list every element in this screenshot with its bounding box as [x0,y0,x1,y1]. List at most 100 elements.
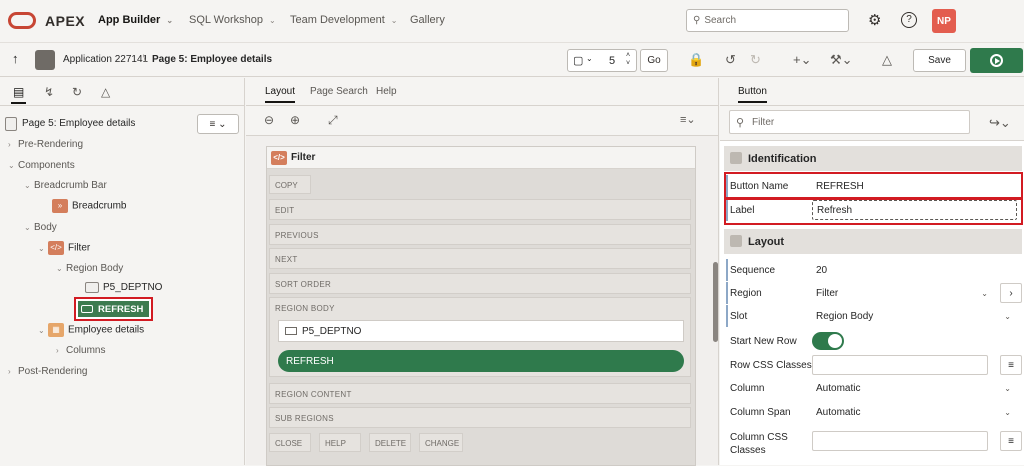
property-filter-input[interactable]: ⚲ Filter [729,110,970,134]
nav-team-development[interactable]: Team Development ⌄ [290,14,397,26]
tab-help[interactable]: Help [376,86,397,97]
slot-region-body[interactable]: REGION BODY P5_DEPTNO REFRESH [269,297,691,377]
tree-region-body[interactable]: ⌄ Region Body [56,263,123,274]
brand-title[interactable]: APEX [45,13,85,29]
search-input[interactable]: ⚲ Search [686,9,849,32]
tree-refresh-button[interactable]: REFRESH [74,297,153,321]
column-select[interactable]: Automatic ⌄ [812,378,1017,398]
group-layout[interactable]: Layout [724,229,1022,254]
prop-column-css-classes: Column CSS Classes ≡ [726,427,1022,459]
run-button[interactable] [970,48,1023,73]
tab-button[interactable]: Button [738,86,767,103]
create-menu-icon[interactable]: +⌄ [793,52,811,68]
utilities-wrench-icon[interactable]: ⚒⌄ [830,52,853,68]
breadcrumb-icon: » [52,199,68,213]
nav-app-builder[interactable]: App Builder ⌄ [98,14,173,26]
prop-column-span: Column Span Automatic ⌄ [726,401,1022,423]
slot-sort-order[interactable]: SORT ORDER [269,273,691,294]
zoom-out-icon[interactable]: ⊖ [264,113,274,127]
slot-edit[interactable]: EDIT [269,199,691,220]
slot-help[interactable]: HELP [319,433,361,452]
layout-menu-icon[interactable]: ≡⌄ [680,113,696,126]
row-css-input[interactable] [812,355,988,375]
slot-delete[interactable]: DELETE [369,433,411,452]
column-css-input[interactable] [812,431,988,451]
tree-filter-region[interactable]: ⌄ </> Filter [38,241,90,255]
page-node[interactable]: Page 5: Employee details ≡ ⌄ [0,112,245,136]
tree-post-rendering[interactable]: › Post-Rendering [8,366,87,377]
help-icon[interactable]: ? [901,12,917,28]
nav-gallery[interactable]: Gallery [410,14,445,26]
stepper-icon[interactable]: ˄ ˅ [626,52,630,68]
tab-shared-components-icon[interactable]: △ [101,85,110,99]
start-new-row-toggle[interactable] [812,332,844,350]
item-field-icon [285,327,297,335]
layout-canvas: </> Filter COPY EDIT PREVIOUS NEXT SORT O… [266,146,696,466]
prop-label: Region [730,288,762,299]
list-picker-icon[interactable]: ≡ [1000,355,1022,375]
tree-menu-button[interactable]: ≡ ⌄ [197,114,239,134]
column-span-select[interactable]: Automatic ⌄ [812,402,1017,422]
save-button[interactable]: Save [913,49,966,72]
layout-toolbar: ⊖ ⊕ ⤢ ≡⌄ [246,106,718,136]
page-node-label: Page 5: Employee details [22,118,136,129]
avatar[interactable]: NP [932,9,956,33]
slot-previous[interactable]: PREVIOUS [269,224,691,245]
group-identification[interactable]: Identification [724,146,1022,171]
tab-dynamic-actions-icon[interactable]: ↯ [44,85,54,99]
go-button[interactable]: Go [640,49,668,72]
region-header[interactable]: </> Filter [267,147,695,169]
tab-page-search[interactable]: Page Search [310,86,368,97]
tab-rendering-icon[interactable]: ▤ [10,85,27,104]
go-to-region-button[interactable]: › [1000,283,1022,303]
shared-components-icon[interactable]: △ [882,52,892,68]
chevron-down-icon[interactable]: ⌄ [586,54,593,63]
required-indicator [726,282,728,304]
tab-layout[interactable]: Layout [265,86,296,103]
oracle-logo-icon[interactable] [8,12,36,29]
slot-change[interactable]: CHANGE [419,433,463,452]
refresh-button-preview[interactable]: REFRESH [278,350,684,372]
lock-page-icon[interactable]: 🔒 [688,52,704,68]
redo-icon[interactable]: ↻ [750,52,761,68]
slot-sub-regions[interactable]: SUB REGIONS [269,407,691,428]
layout-scrollbar[interactable] [713,262,718,342]
chevron-down-icon: ⌄ [1004,383,1011,393]
undo-icon[interactable]: ↺ [725,52,736,68]
item-p5-deptno[interactable]: P5_DEPTNO [278,320,684,342]
breadcrumb-separator: \ [143,54,146,65]
tree-columns[interactable]: › Columns [56,345,105,356]
prop-label: Slot [730,311,748,322]
prop-region: Region Filter ⌄ › [726,282,1022,304]
property-editor: Button ⚲ Filter ↪⌄ Identification Button … [720,78,1024,465]
tree-components[interactable]: ⌄ Components [8,160,75,171]
sequence-input[interactable]: 20 [812,260,1017,280]
slot-copy[interactable]: COPY [269,175,311,194]
nav-sql-workshop[interactable]: SQL Workshop ⌄ [189,14,276,26]
layout-pane: Layout Page Search Help ⊖ ⊕ ⤢ ≡⌄ </> Filt… [246,78,719,466]
zoom-in-icon[interactable]: ⊕ [290,113,300,127]
list-picker-icon[interactable]: ≡ [1000,431,1022,451]
user-settings-icon[interactable]: ⚙ [868,11,881,29]
page-number-value[interactable]: 5 [609,55,615,67]
breadcrumb-app[interactable]: Application 227141 [63,54,148,65]
collapse-icon [730,152,742,164]
required-indicator [726,305,728,327]
tree-body[interactable]: ⌄ Body [24,222,57,233]
slot-next[interactable]: NEXT [269,248,691,269]
arrow-up-icon[interactable]: ↑ [12,51,19,66]
slot-close[interactable]: CLOSE [269,433,311,452]
tree-breadcrumb-bar[interactable]: ⌄ Breadcrumb Bar [24,180,107,191]
app-icon[interactable] [35,50,55,70]
page-number-field[interactable]: ▢ ⌄ 5 ˄ ˅ [567,49,637,72]
region-select[interactable]: Filter ⌄ [812,283,994,303]
slot-region-content[interactable]: REGION CONTENT [269,383,691,404]
tree-p5-deptno[interactable]: P5_DEPTNO [85,282,162,293]
tree-employee-details[interactable]: ⌄ ▦ Employee details [38,323,144,337]
expand-icon[interactable]: ⤢ [328,113,338,128]
tree-pre-rendering[interactable]: › Pre-Rendering [8,139,83,150]
slot-select[interactable]: Region Body ⌄ [812,306,1017,326]
go-to-group-icon[interactable]: ↪⌄ [989,115,1011,131]
tree-breadcrumb[interactable]: » Breadcrumb [52,199,126,213]
tab-processing-icon[interactable]: ↻ [72,85,82,99]
